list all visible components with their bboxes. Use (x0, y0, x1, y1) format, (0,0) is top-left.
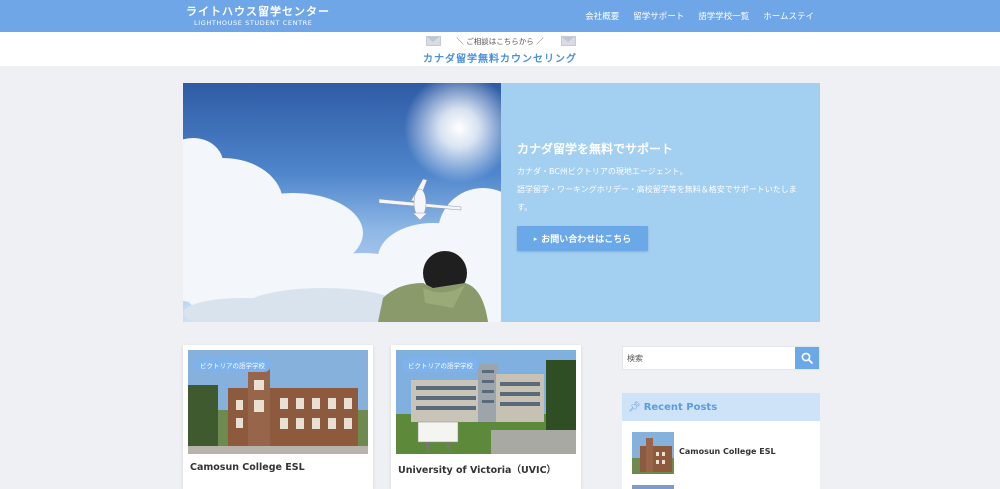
post-card-title[interactable]: University of Victoria（UVIC） (398, 462, 556, 476)
counseling-banner[interactable]: ＼ ご相談はこちらから ／ カナダ留学無料カウンセリング (0, 32, 1000, 66)
site-header: ライトハウス留学センター LIGHTHOUSE STUDENT CENTRE 会… (0, 0, 1000, 32)
post-card-image: ビクトリアの語学学校 (396, 350, 576, 454)
main-nav: 会社概要 留学サポート 語学学校一覧 ホームステイ (585, 0, 814, 32)
logo-text-en: LIGHTHOUSE STUDENT CENTRE (194, 19, 313, 27)
post-card[interactable]: ビクトリアの語学学校 Camosun College ESL (183, 345, 373, 489)
site-logo[interactable]: ライトハウス留学センター LIGHTHOUSE STUDENT CENTRE (186, 3, 329, 29)
nav-item-study-support[interactable]: 留学サポート (633, 10, 684, 22)
banner-title: カナダ留学無料カウンセリング (423, 54, 577, 65)
category-badge[interactable]: ビクトリアの語学学校 (402, 358, 479, 372)
nav-item-language-schools[interactable]: 語学学校一覧 (698, 10, 749, 22)
pin-icon: 📌︎ (628, 401, 641, 413)
recent-post-title[interactable]: Camosun College ESL (679, 447, 776, 456)
recent-post-image (632, 432, 674, 474)
hero-illustration (183, 83, 501, 322)
hero-description-line: 語学留学・ワーキングホリデー・高校留学等を無料＆格安でサポートいたします。 (517, 185, 797, 212)
search-button[interactable] (795, 347, 819, 369)
hero-image (183, 83, 501, 322)
contact-button[interactable]: ▸ お問い合わせはこちら (517, 226, 648, 251)
hero-section: カナダ留学を無料でサポート カナダ・BC州ビクトリアの現地エージェント。 語学留… (183, 83, 820, 322)
hero-description-line: カナダ・BC州ビクトリアの現地エージェント。 (517, 167, 688, 176)
post-card-image: ビクトリアの語学学校 (188, 350, 368, 454)
banner-subtitle: ＼ ご相談はこちらから ／ (456, 37, 544, 46)
recent-posts-list: Camosun College ESL (622, 421, 820, 489)
recent-posts-header: 📌︎ Recent Posts (622, 393, 820, 421)
search-input[interactable] (623, 347, 796, 369)
recent-post-thumbnail[interactable] (632, 485, 674, 489)
hero-description: カナダ・BC州ビクトリアの現地エージェント。 語学留学・ワーキングホリデー・高校… (517, 163, 807, 217)
search-form (622, 346, 820, 370)
chevron-right-icon: ▸ (533, 234, 538, 243)
contact-button-label: お問い合わせはこちら (541, 235, 632, 245)
post-card[interactable]: ビクトリアの語学学校 University of Victoria（UVIC） (391, 345, 581, 489)
hero-title: カナダ留学を無料でサポート (517, 142, 674, 156)
hero-panel: カナダ留学を無料でサポート カナダ・BC州ビクトリアの現地エージェント。 語学留… (501, 83, 820, 322)
nav-item-homestay[interactable]: ホームステイ (763, 10, 814, 22)
search-icon (801, 352, 813, 364)
recent-post-item[interactable]: Camosun College ESL (632, 432, 812, 474)
nav-item-company[interactable]: 会社概要 (585, 10, 619, 22)
recent-posts-title: Recent Posts (643, 401, 718, 413)
post-card-title[interactable]: Camosun College ESL (190, 462, 305, 473)
logo-text-jp: ライトハウス留学センター (186, 5, 330, 18)
recent-post-thumbnail[interactable] (632, 432, 674, 474)
category-badge[interactable]: ビクトリアの語学学校 (194, 358, 271, 372)
